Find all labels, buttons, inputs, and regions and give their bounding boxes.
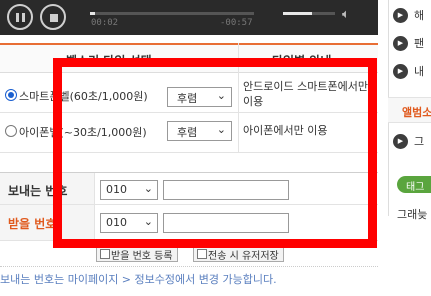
- chevron-down-icon: ⌄: [143, 215, 153, 228]
- chevron-down-icon: ⌄: [216, 123, 226, 136]
- pause-icon: [16, 13, 19, 22]
- part-select[interactable]: 후렴 ⌄: [167, 121, 232, 141]
- progress-bar[interactable]: [90, 12, 254, 15]
- audio-player: 00:02 -00:57 🔈︎: [0, 0, 378, 35]
- header-ringtone-type: 벨소리 타입 선택: [66, 54, 152, 68]
- stop-button[interactable]: [40, 4, 66, 30]
- receiver-row: 받을 번호 010 ⌄: [0, 205, 378, 241]
- option-info: 아이폰에서만 이용: [243, 124, 328, 137]
- time-remaining: -00:57: [220, 18, 253, 28]
- sender-number-input[interactable]: [163, 180, 289, 200]
- sender-label: 보내는 번호: [8, 184, 68, 198]
- receiver-label: 받을 번호: [8, 217, 57, 231]
- add-receiver-button[interactable]: 받을 번호 등록: [96, 244, 178, 262]
- tag-text[interactable]: 그래늦: [397, 206, 431, 222]
- volume-fill: [283, 12, 312, 15]
- part-select[interactable]: 후렴 ⌄: [167, 87, 232, 107]
- chevron-down-icon: ⌄: [216, 89, 226, 102]
- album-section-title: 앨범소: [388, 97, 431, 123]
- play-icon: ▶: [393, 35, 408, 51]
- play-icon: ▶: [393, 7, 408, 23]
- chevron-down-icon: ⌄: [143, 182, 153, 195]
- tag-badge: 태그: [397, 176, 431, 193]
- option-label: 아이폰벨(~30초/1,000원): [19, 126, 147, 139]
- receiver-prefix-select[interactable]: 010 ⌄: [100, 213, 158, 233]
- iphone-radio[interactable]: [5, 125, 17, 137]
- sender-prefix-select[interactable]: 010 ⌄: [100, 180, 158, 200]
- volume-icon[interactable]: 🔈︎: [342, 7, 350, 22]
- table-header: 벨소리 타입 선택 타입별 안내: [0, 43, 378, 73]
- volume-slider[interactable]: [283, 12, 335, 15]
- save-on-send-checkbox[interactable]: 전송 시 유저저장: [193, 244, 284, 262]
- smartphone-radio[interactable]: [5, 89, 17, 101]
- sender-change-note: 보내는 번호는 마이페이지 > 정보수정에서 변경 가능합니다.: [0, 273, 277, 286]
- play-icon: ▶: [393, 63, 408, 79]
- sidebar-item-1[interactable]: ▶ 해: [393, 5, 431, 25]
- sender-row: 보내는 번호 010 ⌄: [0, 172, 378, 205]
- header-type-guide: 타입별 안내: [272, 54, 332, 68]
- divider: [0, 266, 378, 267]
- sidebar-item-3[interactable]: ▶ 내: [393, 61, 431, 81]
- option-label: 스마트폰벨(60초/1,000원): [19, 90, 148, 103]
- sidebar-item-4[interactable]: ▶ 그: [393, 131, 431, 151]
- stop-icon: [50, 14, 58, 22]
- sidebar-item-2[interactable]: ▶ 팬: [393, 33, 431, 53]
- option-info: 안드로이드 스마트폰에서만 이용: [243, 80, 368, 108]
- table-row: 스마트폰벨(60초/1,000원) 후렴 ⌄ 안드로이드 스마트폰에서만 이용: [0, 73, 378, 113]
- time-elapsed: 00:02: [91, 18, 119, 28]
- play-icon: ▶: [393, 133, 408, 149]
- progress-fill: [90, 12, 95, 15]
- receiver-number-input[interactable]: [163, 213, 289, 233]
- pause-button[interactable]: [7, 4, 33, 30]
- table-row: 아이폰벨(~30초/1,000원) 후렴 ⌄ 아이폰에서만 이용: [0, 113, 378, 153]
